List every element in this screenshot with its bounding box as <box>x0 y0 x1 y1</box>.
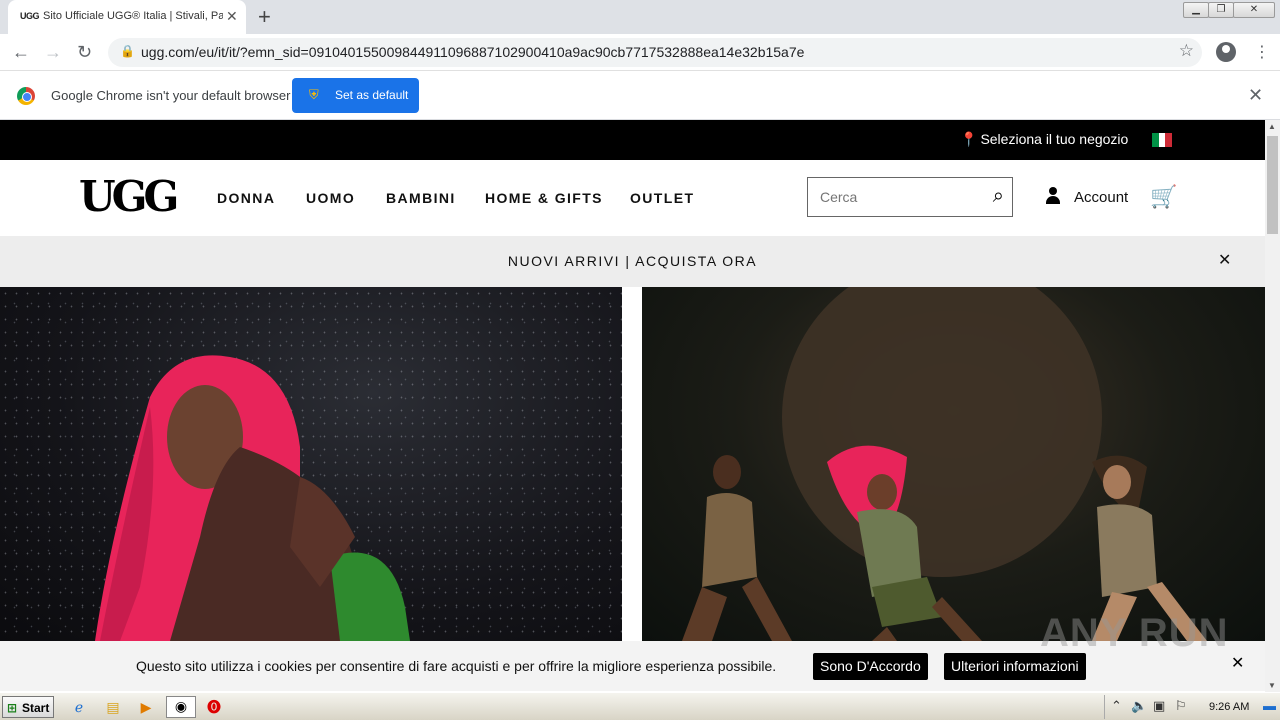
url-text[interactable]: ugg.com/eu/it/it/?emn_sid=09104015500984… <box>141 44 804 60</box>
infobar-close-icon[interactable]: ✕ <box>1248 85 1263 106</box>
location-pin-icon: 📍 <box>960 131 978 147</box>
cookie-message: Questo sito utilizza i cookies per conse… <box>136 658 777 674</box>
taskbar-clock[interactable]: 9:26 AM <box>1209 701 1249 713</box>
system-tray: ⌃ 🔈 ▣ ⚐ ▬ <box>1104 695 1280 719</box>
reload-icon[interactable]: ↻ <box>77 42 92 63</box>
browser-tab[interactable]: UGG Sito Ufficiale UGG® Italia | Stivali… <box>8 0 246 34</box>
maximize-button[interactable]: ❐ <box>1208 2 1234 18</box>
tab-title: Sito Ufficiale UGG® Italia | Stivali, Pa <box>43 10 223 22</box>
nav-bambini[interactable]: BAMBINI <box>386 190 456 206</box>
store-selector-label: Seleziona il tuo negozio <box>980 131 1129 147</box>
anyrun-watermark: ANY RUN <box>1040 611 1229 655</box>
default-browser-infobar: Google Chrome isn't your default browser… <box>0 72 1280 120</box>
back-icon[interactable]: ← <box>12 42 30 63</box>
nav-home-gifts[interactable]: HOME & GIFTS <box>485 190 603 206</box>
promo-close-icon[interactable]: ✕ <box>1218 250 1231 270</box>
search-input[interactable] <box>808 178 978 216</box>
promo-text[interactable]: NUOVI ARRIVI | ACQUISTA ORA <box>0 253 1265 269</box>
window-close-button[interactable]: ✕ <box>1233 2 1275 18</box>
show-desktop-icon[interactable]: ▬ <box>1263 698 1276 713</box>
promo-banner: NUOVI ARRIVI | ACQUISTA ORA ✕ <box>0 236 1265 287</box>
set-as-default-button[interactable]: ⛨ Set as default <box>292 78 419 113</box>
cookie-accept-button[interactable]: Sono D'Accordo <box>813 653 928 680</box>
ugg-logo[interactable]: UGG <box>79 172 179 221</box>
account-link[interactable]: Account <box>1074 189 1128 206</box>
user-icon[interactable] <box>1045 187 1061 205</box>
italy-flag-icon[interactable] <box>1152 133 1173 147</box>
media-player-icon[interactable]: ▶ <box>137 698 155 716</box>
scroll-down-icon[interactable]: ▼ <box>1268 681 1276 690</box>
store-selector[interactable]: 📍 Seleziona il tuo negozio <box>960 131 1128 148</box>
menu-icon[interactable]: ⋮ <box>1254 42 1270 62</box>
infobar-message: Google Chrome isn't your default browser <box>51 88 291 103</box>
utility-bar: 📍 Seleziona il tuo negozio <box>0 120 1265 160</box>
star-icon[interactable]: ☆ <box>1179 41 1194 61</box>
folder-icon[interactable]: ▤ <box>104 698 122 716</box>
lock-icon[interactable]: 🔒 <box>120 44 135 58</box>
address-bar[interactable]: 🔒 ugg.com/eu/it/it/?emn_sid=091040155009… <box>108 38 1202 67</box>
start-label: Start <box>22 701 50 715</box>
shield-icon: ⛨ <box>309 87 319 102</box>
action-center-flag-icon[interactable]: ⚐ <box>1175 698 1187 714</box>
profile-icon[interactable] <box>1216 42 1236 62</box>
woman-figure-illustration <box>95 355 410 641</box>
search-box: ⌕ <box>807 177 1013 217</box>
hero-image-left[interactable] <box>0 287 622 641</box>
windows-taskbar: ⊞ Start ℯ ▤ ▶ ◉ ⓿ ⌃ 🔈 ▣ ⚐ ▬ 9:26 AM <box>0 692 1280 720</box>
network-icon[interactable]: ▣ <box>1153 698 1165 714</box>
chrome-logo-icon <box>17 87 35 105</box>
nav-donna[interactable]: DONNA <box>217 190 275 206</box>
chrome-taskbar-icon[interactable]: ◉ <box>166 696 196 718</box>
browser-title-bar: UGG Sito Ufficiale UGG® Italia | Stivali… <box>0 0 1280 34</box>
start-button[interactable]: ⊞ Start <box>2 696 54 718</box>
ugg-favicon-icon: UGG <box>20 11 40 21</box>
tray-expand-icon[interactable]: ⌃ <box>1111 698 1122 714</box>
page-scrollbar[interactable]: ▲ ▼ <box>1265 120 1280 692</box>
nav-outlet[interactable]: OUTLET <box>630 190 694 206</box>
set-as-default-label: Set as default <box>335 88 409 102</box>
cookie-close-icon[interactable]: ✕ <box>1231 653 1244 673</box>
minimize-button[interactable]: ▁ <box>1183 2 1209 18</box>
new-tab-icon[interactable]: + <box>258 4 271 30</box>
cookie-info-button[interactable]: Ulteriori informazioni <box>944 653 1086 680</box>
cart-icon[interactable]: 🛒 <box>1150 184 1177 210</box>
site-header: UGG DONNA UOMO BAMBINI HOME & GIFTS OUTL… <box>0 160 1265 236</box>
nav-uomo[interactable]: UOMO <box>306 190 355 206</box>
ie-icon[interactable]: ℯ <box>70 698 88 716</box>
windows-logo-icon: ⊞ <box>7 701 18 715</box>
browser-toolbar: ← → ↻ 🔒 ugg.com/eu/it/it/?emn_sid=091040… <box>0 34 1280 71</box>
scroll-thumb[interactable] <box>1267 136 1278 234</box>
hero-image-right[interactable] <box>642 287 1265 641</box>
tab-close-icon[interactable]: ✕ <box>226 8 238 25</box>
volume-icon[interactable]: 🔈 <box>1131 698 1147 714</box>
forward-icon[interactable]: → <box>44 42 62 63</box>
antivirus-icon[interactable]: ⓿ <box>205 698 223 716</box>
scroll-up-icon[interactable]: ▲ <box>1268 122 1276 131</box>
search-icon[interactable]: ⌕ <box>993 185 1004 208</box>
dancers-illustration <box>682 287 1207 641</box>
